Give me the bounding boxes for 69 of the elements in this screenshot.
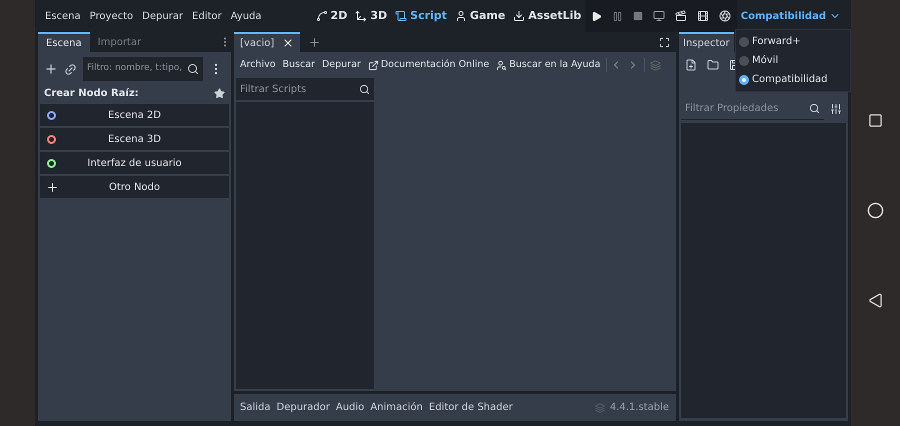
new-tab-icon[interactable] <box>308 36 322 48</box>
filter-placeholder: Filtrar Propiedades <box>685 102 778 116</box>
bottom-tab[interactable]: Animación <box>367 400 426 415</box>
home-icon[interactable] <box>867 202 884 218</box>
new-resource-icon[interactable] <box>685 59 697 71</box>
node-button[interactable]: Interfaz de usuario <box>40 152 229 174</box>
renderer-option[interactable]: Compatibilidad <box>736 71 850 88</box>
menu-item[interactable]: Editor <box>188 6 226 26</box>
workspace-icon <box>316 10 328 22</box>
play-icon[interactable] <box>590 10 602 22</box>
dock-tab[interactable]: Inspector <box>679 32 734 52</box>
script-menu-item[interactable]: Documentación Online <box>364 58 492 72</box>
workspace-tab[interactable]: AssetLib <box>513 8 582 24</box>
script-menu-item[interactable]: Archivo <box>237 58 279 72</box>
film-icon[interactable] <box>696 10 709 22</box>
script-menu-item[interactable]: Depurar <box>318 58 364 72</box>
folder-icon[interactable] <box>707 59 719 71</box>
bottom-tab[interactable]: Editor de Shader <box>426 400 516 415</box>
node-button[interactable]: Escena 2D <box>40 104 229 126</box>
workspace-tab[interactable]: 2D <box>316 8 348 24</box>
script-menu-item[interactable]: Buscar en la Ayuda <box>493 58 604 72</box>
menu-item[interactable]: Proyecto <box>86 6 138 26</box>
back-icon[interactable] <box>868 292 883 308</box>
fullscreen-icon[interactable] <box>659 36 670 48</box>
search-icon <box>359 84 370 94</box>
filter-field[interactable]: Filtrar Scripts <box>236 78 374 100</box>
bottom-tab[interactable]: Salida <box>237 400 274 415</box>
search-icon <box>809 103 820 114</box>
workspace-icon <box>395 10 408 22</box>
dock-tab[interactable]: Escena <box>38 32 90 52</box>
version-label: 4.4.1.stable <box>610 401 669 415</box>
menu-item[interactable]: Depurar <box>138 6 188 26</box>
bottom-tab[interactable]: Audio <box>332 400 368 415</box>
stop-icon[interactable] <box>632 11 643 21</box>
node-button[interactable]: Otro Nodo <box>40 176 229 198</box>
sliders-icon[interactable] <box>830 103 842 115</box>
renderer-option[interactable]: Forward+ <box>736 33 850 50</box>
help-search-icon <box>496 60 508 70</box>
file-tab[interactable]: [vacio] <box>234 32 300 52</box>
menu-item[interactable]: Escena <box>41 6 85 26</box>
add-icon[interactable] <box>44 62 58 76</box>
recents-icon[interactable] <box>868 112 883 128</box>
filter-placeholder: Filtro: nombre, t:tipo, <box>87 62 182 76</box>
workspace-icon <box>454 10 467 22</box>
external-link-icon <box>368 60 379 70</box>
bottom-tab[interactable]: Depurador <box>274 400 333 415</box>
dock-tab[interactable]: Importar <box>90 32 150 52</box>
script-menu-item[interactable]: Buscar <box>280 58 318 72</box>
monitor-icon[interactable] <box>652 10 665 22</box>
menu-item[interactable]: Ayuda <box>226 6 266 26</box>
pause-icon[interactable] <box>612 10 623 22</box>
workspace-tab[interactable]: Script <box>395 8 447 24</box>
filter-field[interactable]: Filtro: nombre, t:tipo, <box>83 57 203 81</box>
workspace-tab[interactable]: Game <box>454 8 506 24</box>
movie-reel-icon[interactable] <box>718 10 731 22</box>
close-icon <box>282 37 294 49</box>
search-icon <box>187 63 199 75</box>
version-icon <box>594 402 605 412</box>
section-heading: Crear Nodo Raíz: <box>44 86 139 100</box>
star-icon[interactable] <box>214 88 225 98</box>
clapperboard-icon[interactable] <box>674 10 687 22</box>
filter-placeholder: Filtrar Scripts <box>240 82 306 96</box>
renderer-option[interactable]: Móvil <box>736 52 850 69</box>
plus-icon <box>46 180 59 194</box>
renderer-dropdown[interactable]: Compatibilidad <box>736 0 845 32</box>
workspace-tab[interactable]: 3D <box>355 8 388 24</box>
workspace-icon <box>513 10 526 22</box>
workspace-icon <box>355 10 368 22</box>
node-button[interactable]: Escena 3D <box>40 128 229 150</box>
